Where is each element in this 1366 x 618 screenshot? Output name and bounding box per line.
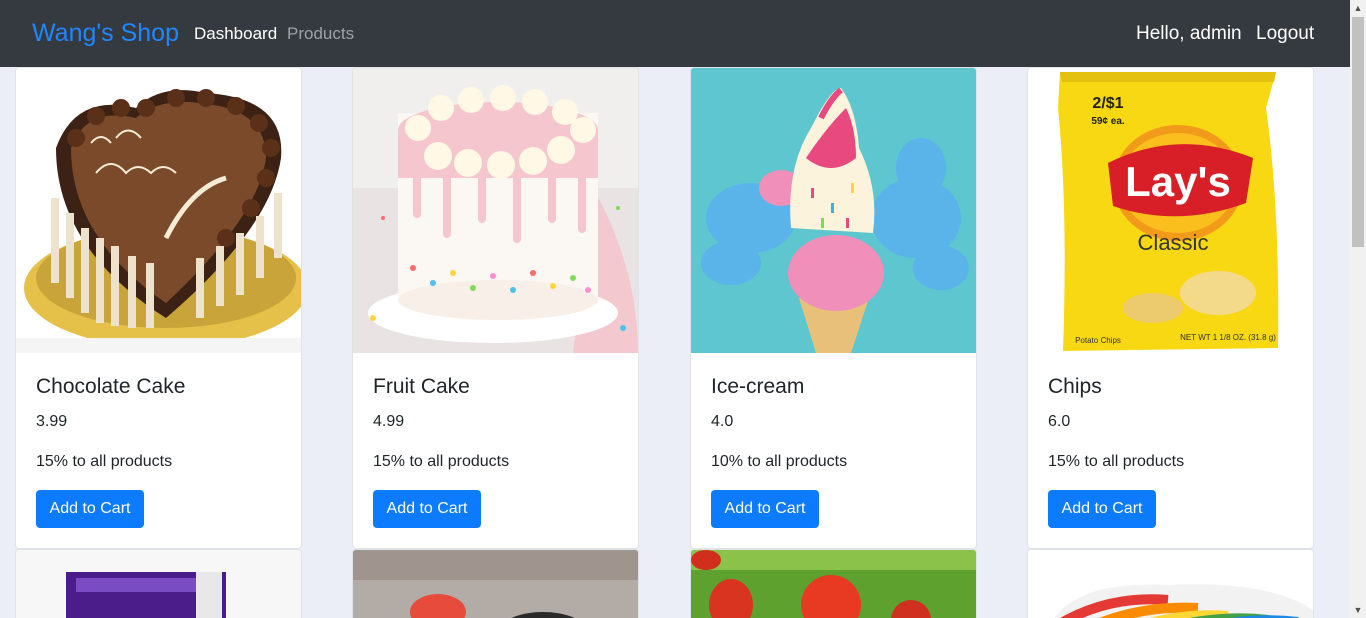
product-name: Fruit Cake (373, 375, 470, 398)
chocolate-cake-image (16, 68, 301, 353)
product-price: 4.0 (711, 413, 734, 430)
product-price: 3.99 (36, 413, 68, 430)
product-promo: 15% to all products (1048, 453, 1185, 470)
scrollbar-thumb[interactable] (1352, 17, 1364, 247)
rainbow-cake-image (1028, 550, 1313, 618)
chips-image: Lay's Classic 2/$1 59¢ ea. Potato Chips … (1028, 68, 1313, 353)
chocolate-bars-image (16, 550, 301, 618)
product-card (15, 549, 302, 618)
vertical-scrollbar[interactable]: ▲ ▼ (1350, 0, 1366, 618)
product-name: Chocolate Cake (36, 375, 186, 398)
product-promo: 15% to all products (36, 453, 173, 470)
add-to-cart-button[interactable]: Add to Cart (711, 490, 819, 528)
product-card: Chocolate Cake 3.99 15% to all products … (15, 67, 302, 549)
svg-text:Potato Chips: Potato Chips (1075, 336, 1121, 345)
product-name: Ice-cream (711, 375, 805, 398)
gift-box-image (353, 550, 638, 618)
product-name: Chips (1048, 375, 1102, 398)
product-promo: 10% to all products (711, 453, 848, 470)
add-to-cart-button[interactable]: Add to Cart (36, 490, 144, 528)
add-to-cart-button[interactable]: Add to Cart (373, 490, 481, 528)
scroll-down-icon[interactable]: ▼ (1350, 602, 1366, 618)
product-card: Fruit Cake 4.99 15% to all products Add … (352, 67, 639, 549)
product-card (1027, 549, 1314, 618)
brand-link[interactable]: Wang's Shop (32, 19, 179, 48)
logout-link[interactable]: Logout (1256, 23, 1314, 45)
svg-text:2/$1: 2/$1 (1092, 95, 1123, 112)
product-card: Lay's Classic 2/$1 59¢ ea. Potato Chips … (1027, 67, 1314, 549)
svg-text:59¢ ea.: 59¢ ea. (1091, 116, 1125, 127)
svg-text:NET WT 1 1/8 OZ. (31.8 g): NET WT 1 1/8 OZ. (31.8 g) (1180, 333, 1276, 342)
fruit-cake-image (353, 68, 638, 353)
product-promo: 15% to all products (373, 453, 510, 470)
nav-dashboard[interactable]: Dashboard (194, 24, 277, 44)
strawberries-image (691, 550, 976, 618)
product-card (352, 549, 639, 618)
ice-cream-image (691, 68, 976, 353)
product-card: Ice-cream 4.0 10% to all products Add to… (690, 67, 977, 549)
user-greeting: Hello, admin (1136, 23, 1242, 44)
navbar: Wang's Shop Dashboard Products Hello, ad… (0, 0, 1350, 67)
product-card (690, 549, 977, 618)
svg-text:Lay's: Lay's (1125, 158, 1231, 205)
svg-text:Classic: Classic (1138, 230, 1209, 255)
scroll-up-icon[interactable]: ▲ (1350, 0, 1366, 16)
add-to-cart-button[interactable]: Add to Cart (1048, 490, 1156, 528)
product-price: 6.0 (1048, 413, 1071, 430)
product-price: 4.99 (373, 413, 405, 430)
nav-products[interactable]: Products (287, 24, 354, 44)
